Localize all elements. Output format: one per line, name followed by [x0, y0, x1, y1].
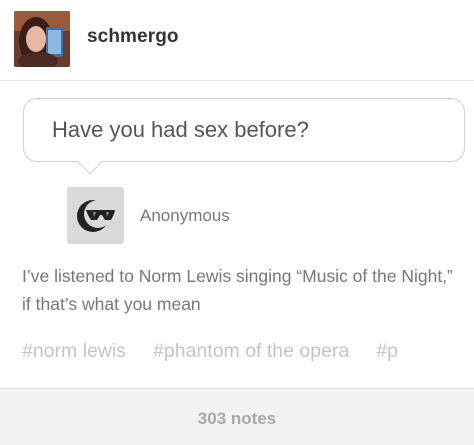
tag-norm-lewis[interactable]: #norm lewis	[22, 340, 126, 363]
question-bubble: Have you had sex before?	[23, 98, 465, 162]
anonymous-avatar	[67, 187, 124, 244]
tag-phantom-of-the-opera[interactable]: #phantom of the opera	[153, 340, 349, 363]
tag-list: #norm lewis #phantom of the opera #p	[22, 340, 474, 370]
question-bubble-tail	[78, 161, 102, 175]
post-header: schmergo	[0, 0, 474, 81]
tag-truncated[interactable]: #p	[376, 340, 398, 363]
username[interactable]: schmergo	[87, 26, 179, 48]
question-text: Have you had sex before?	[52, 117, 309, 142]
anonymous-sunglasses-icon	[67, 187, 124, 244]
notes-count[interactable]: 303 notes	[0, 409, 474, 429]
user-avatar[interactable]	[14, 11, 70, 67]
answer-text: I’ve listened to Norm Lewis singing “Mus…	[22, 266, 453, 314]
post-card: schmergo Have you had sex before? Anonym…	[0, 0, 474, 445]
tags-fade-overlay	[414, 340, 474, 370]
asker-name: Anonymous	[140, 206, 230, 225]
post-footer: 303 notes	[0, 388, 474, 445]
